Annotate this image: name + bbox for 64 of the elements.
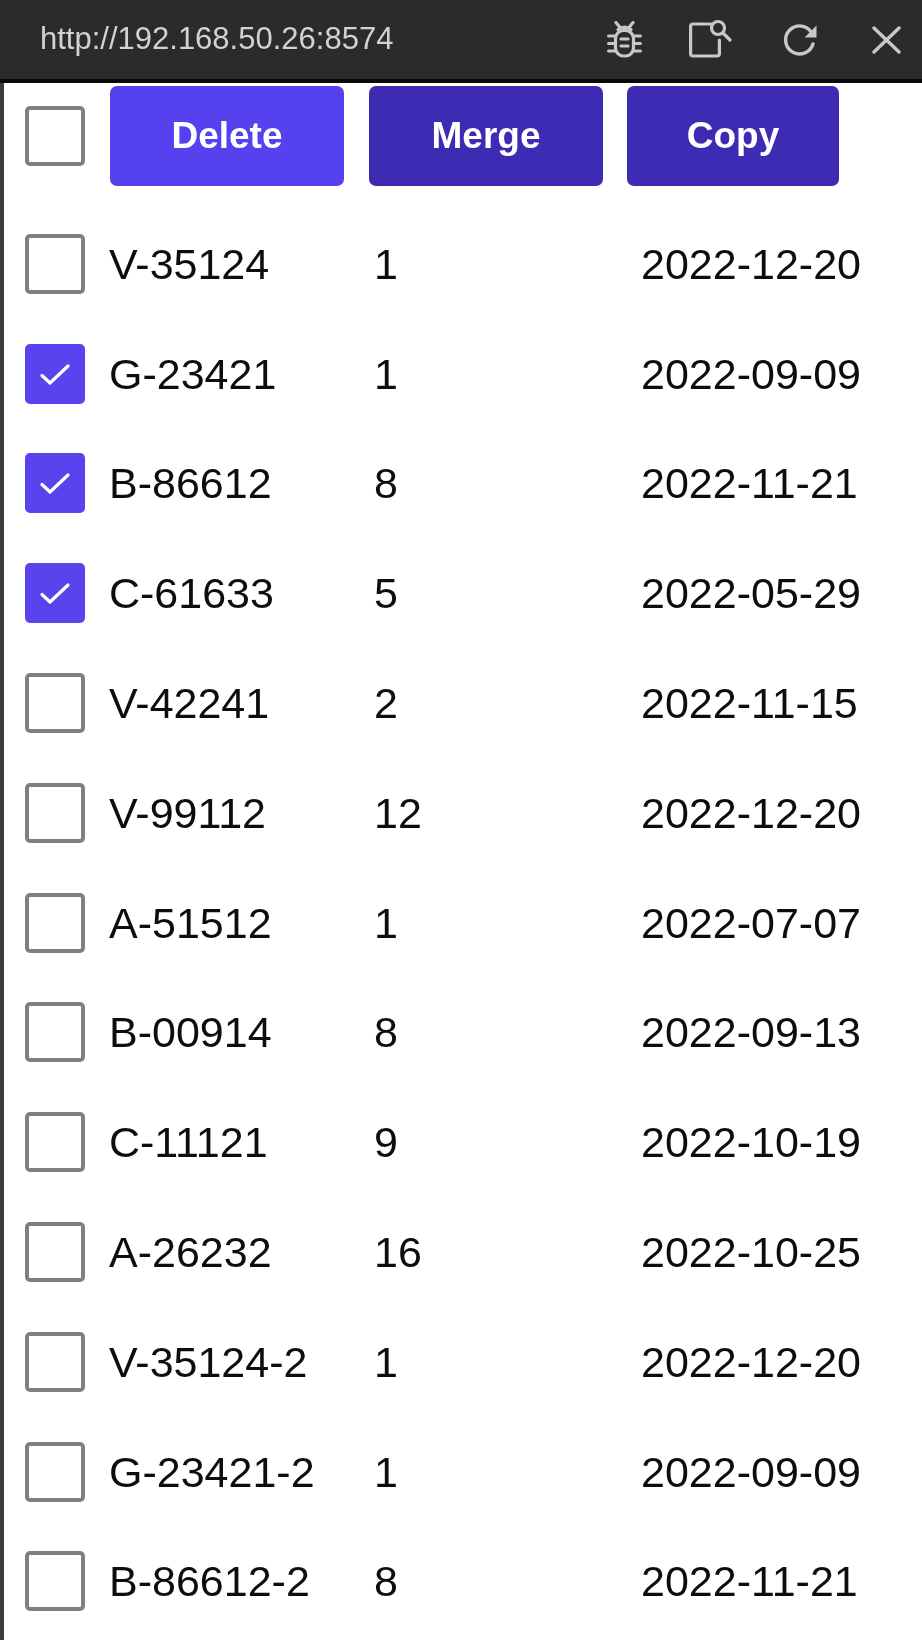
table-cell: 2022-12-20 xyxy=(641,1336,861,1387)
table-cell-text: G-23421-2 xyxy=(109,1446,316,1497)
table-cell-text: 12 xyxy=(374,787,423,838)
row-checkbox[interactable] xyxy=(25,1441,85,1502)
page-magnifier-icon[interactable] xyxy=(689,17,732,58)
table-cell-text: 1 xyxy=(374,1336,399,1387)
table-cell-text: 16 xyxy=(374,1227,423,1278)
row-checkbox[interactable] xyxy=(25,892,85,953)
table-cell: 2022-09-13 xyxy=(641,1007,861,1058)
table-cell: 2022-05-29 xyxy=(641,568,861,619)
row-checkbox[interactable] xyxy=(25,563,85,624)
table-cell: 2022-09-09 xyxy=(641,1446,861,1497)
table-cell-text: 9 xyxy=(374,1117,399,1168)
table-cell-text: V-99112 xyxy=(109,787,267,838)
table-cell-text: V-35124 xyxy=(109,238,271,289)
row-checkbox[interactable] xyxy=(25,1551,85,1612)
table-cell: 2022-10-25 xyxy=(641,1227,861,1278)
table-cell: 2022-12-20 xyxy=(641,787,861,838)
action-button[interactable]: Copy xyxy=(627,86,839,186)
table-cell-text: 2 xyxy=(374,678,399,729)
check-icon xyxy=(40,583,70,605)
close-icon[interactable] xyxy=(872,25,901,54)
table-cell-text: B-00914 xyxy=(109,1007,273,1058)
table-cell-text: B-86612-2 xyxy=(109,1556,311,1607)
table-cell-text: 8 xyxy=(374,1007,399,1058)
window-title: http://192.168.50.26:8574 xyxy=(40,20,394,57)
table-cell-text: 1 xyxy=(374,897,399,948)
table-cell: 2022-10-19 xyxy=(641,1117,861,1168)
table-cell-text: 1 xyxy=(374,238,399,289)
table-cell-text: 1 xyxy=(374,1446,399,1497)
bug-icon[interactable] xyxy=(607,21,642,58)
table-cell-text: 5 xyxy=(374,568,399,619)
row-checkbox[interactable] xyxy=(25,343,85,404)
table-cell: 2022-07-07 xyxy=(641,897,861,948)
table-cell-text: A-51512 xyxy=(109,897,273,948)
table-cell-text: G-23421 xyxy=(109,348,278,399)
table-cell-text: 1 xyxy=(374,348,399,399)
row-checkbox[interactable] xyxy=(25,673,85,734)
table-cell: 2022-11-21 xyxy=(641,458,858,509)
table-cell-text: A-26232 xyxy=(109,1227,273,1278)
refresh-icon[interactable] xyxy=(782,23,818,56)
table-cell: 2022-11-21 xyxy=(641,1556,858,1607)
table-cell-text: 8 xyxy=(374,458,399,509)
row-checkbox[interactable] xyxy=(25,453,85,514)
table-cell: 2022-09-09 xyxy=(641,348,861,399)
table-cell: 2022-11-15 xyxy=(641,678,858,729)
row-checkbox[interactable] xyxy=(25,1112,85,1173)
table-cell: 2022-12-20 xyxy=(641,238,861,289)
table-cell-text: C-11121 xyxy=(109,1117,269,1168)
select-all-checkbox[interactable] xyxy=(25,106,85,166)
row-checkbox[interactable] xyxy=(25,1222,85,1283)
table-cell-text: 8 xyxy=(374,1556,399,1607)
check-icon xyxy=(40,473,70,495)
row-checkbox[interactable] xyxy=(25,233,85,294)
row-checkbox[interactable] xyxy=(25,1331,85,1392)
check-icon xyxy=(40,363,70,385)
row-checkbox[interactable] xyxy=(25,782,85,843)
table-cell-text: V-42241 xyxy=(109,678,271,729)
table-cell-text: B-86612 xyxy=(109,458,273,509)
table-cell-text: V-35124-2 xyxy=(109,1336,309,1387)
action-button[interactable]: Delete xyxy=(110,86,344,186)
action-button[interactable]: Merge xyxy=(369,86,603,186)
table-cell-text: C-61633 xyxy=(109,568,275,619)
row-checkbox[interactable] xyxy=(25,1002,85,1063)
